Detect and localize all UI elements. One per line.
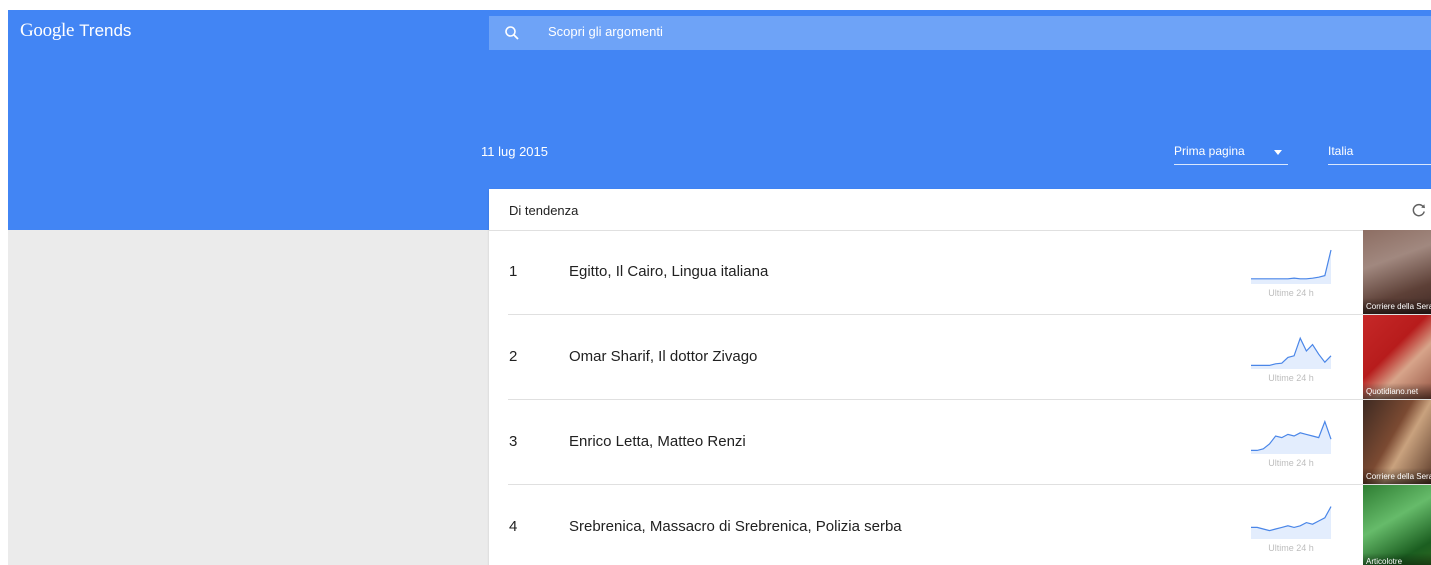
trend-row[interactable]: 2 Omar Sharif, Il dottor Zivago Ultime 2… xyxy=(489,315,1431,400)
sparkline-line xyxy=(1251,249,1332,280)
dropdown-underline xyxy=(1328,164,1431,165)
sparkline-label: Ultime 24 h xyxy=(1268,458,1314,468)
sparkline-area xyxy=(1251,506,1331,539)
trend-title[interactable]: Enrico Letta, Matteo Renzi xyxy=(569,433,746,450)
news-thumbnail[interactable]: Corriere della Sera xyxy=(1363,230,1431,314)
sparkline-chart xyxy=(1251,249,1332,284)
trending-panel: Di tendenza 1 Egitto, Il Cairo, Lingua i… xyxy=(489,189,1431,565)
news-source: Corriere della Sera xyxy=(1363,468,1431,484)
logo-google-text: Google xyxy=(20,20,75,41)
trend-title[interactable]: Egitto, Il Cairo, Lingua italiana xyxy=(569,263,768,280)
logo-trends-text: Trends xyxy=(79,21,132,40)
search-bar[interactable]: Scopri gli argomenti xyxy=(489,16,1431,50)
news-source: Corriere della Sera xyxy=(1363,298,1431,314)
page: Google Trends Scopri gli argomenti 11 lu… xyxy=(8,10,1431,565)
search-icon[interactable] xyxy=(504,25,520,41)
trend-title[interactable]: Srebrenica, Massacro di Srebrenica, Poli… xyxy=(569,518,902,535)
dropdown-underline xyxy=(1174,164,1288,165)
category-dropdown-value: Prima pagina xyxy=(1174,144,1245,158)
country-dropdown-value: Italia xyxy=(1328,144,1354,158)
news-thumbnail[interactable]: Articolotre xyxy=(1363,485,1431,565)
sparkline-chart xyxy=(1251,419,1332,454)
trend-rank: 1 xyxy=(509,263,518,280)
trend-row[interactable]: 1 Egitto, Il Cairo, Lingua italiana Ulti… xyxy=(489,230,1431,315)
sparkline-label: Ultime 24 h xyxy=(1268,288,1314,298)
news-thumbnail[interactable]: Corriere della Sera xyxy=(1363,400,1431,484)
country-dropdown[interactable]: Italia xyxy=(1328,144,1431,165)
date-label: 11 lug 2015 xyxy=(481,144,548,159)
trend-title[interactable]: Omar Sharif, Il dottor Zivago xyxy=(569,348,757,365)
trend-row[interactable]: 3 Enrico Letta, Matteo Renzi Ultime 24 h… xyxy=(489,400,1431,485)
sparkline-chart xyxy=(1251,336,1332,369)
caret-down-icon xyxy=(1274,150,1282,155)
sparkline-label: Ultime 24 h xyxy=(1268,373,1314,383)
category-dropdown[interactable]: Prima pagina xyxy=(1174,144,1288,165)
trend-rank: 4 xyxy=(509,518,518,535)
sparkline-chart xyxy=(1251,506,1332,539)
trend-rank: 2 xyxy=(509,348,518,365)
news-thumbnail[interactable]: Quotidiano.net xyxy=(1363,315,1431,399)
news-source: Articolotre xyxy=(1363,553,1431,565)
news-source: Quotidiano.net xyxy=(1363,383,1431,399)
refresh-icon[interactable] xyxy=(1411,202,1427,218)
trending-panel-header: Di tendenza xyxy=(489,189,1431,231)
search-input[interactable]: Scopri gli argomenti xyxy=(548,24,663,39)
sparkline-label: Ultime 24 h xyxy=(1268,543,1314,553)
trend-row[interactable]: 4 Srebrenica, Massacro di Srebrenica, Po… xyxy=(489,485,1431,565)
trend-rank: 3 xyxy=(509,433,518,450)
panel-title: Di tendenza xyxy=(509,203,579,218)
google-trends-logo[interactable]: Google Trends xyxy=(20,20,131,42)
